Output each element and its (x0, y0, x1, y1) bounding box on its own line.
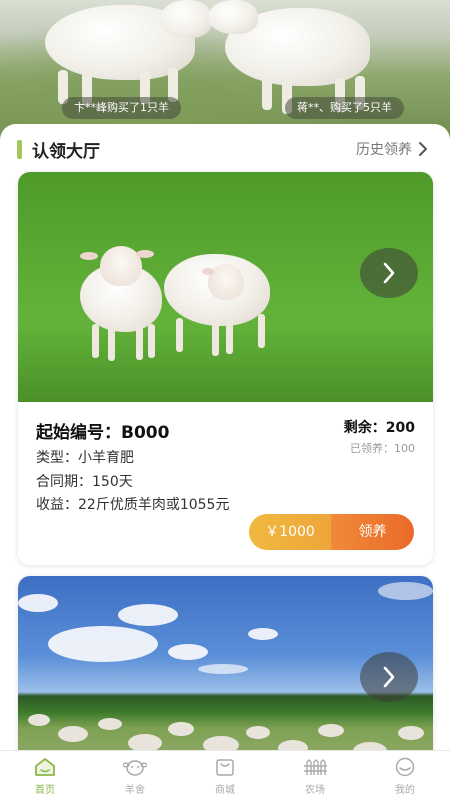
adopted-value: 100 (394, 442, 415, 455)
bottom-tab-bar: 首页 羊舍 商城 农场 我的 (0, 750, 450, 800)
profile-face-icon (393, 756, 417, 778)
section-title: 认领大厅 (32, 142, 100, 162)
lamb-photo (18, 172, 433, 402)
tab-sheepfold[interactable]: 羊舍 (90, 751, 180, 800)
shopping-bag-icon (213, 756, 237, 778)
tab-profile[interactable]: 我的 (360, 751, 450, 800)
history-adoption-link[interactable]: 历史领养 (356, 139, 428, 159)
section-header: 认领大厅 历史领养 (0, 124, 450, 174)
chevron-right-icon (383, 262, 395, 284)
remaining-value: 200 (385, 420, 415, 436)
farm-photo (18, 576, 433, 750)
history-link-label: 历史领养 (356, 142, 412, 158)
tab-home[interactable]: 首页 (0, 751, 90, 800)
remaining-label: 剩余： (343, 420, 386, 436)
next-image-button[interactable] (360, 652, 418, 702)
tab-farm[interactable]: 农场 (270, 751, 360, 800)
lamb-card[interactable]: 起始编号：B000 剩余：200 已领养：100 类型：小羊育肥 合同期：150… (18, 172, 433, 565)
lamb-type: 类型：小羊育肥 (36, 450, 134, 466)
chevron-right-icon (419, 142, 427, 156)
price-button[interactable]: ￥1000 (249, 514, 331, 550)
section-accent-bar (17, 140, 22, 159)
adopted-count: 已领养：100 (350, 440, 415, 456)
sheep-face-icon (123, 756, 147, 778)
lamb-code-label: 起始编号： (36, 423, 121, 443)
tab-label: 农场 (305, 785, 325, 796)
purchase-button-group: ￥1000 领养 (249, 514, 414, 550)
adopt-button[interactable]: 领养 (331, 514, 414, 550)
chevron-right-icon (383, 666, 395, 688)
next-image-button[interactable] (360, 248, 418, 298)
tab-label: 首页 (35, 785, 55, 796)
lamb-code-value: B000 (121, 423, 170, 443)
hero-banner[interactable]: 卞**峰购买了1只羊 蒋**、购买了5只羊 (0, 0, 450, 140)
tab-label: 我的 (395, 785, 415, 796)
lamb-image-left-head (160, 0, 212, 38)
lamb-card[interactable] (18, 576, 433, 750)
income: 收益：22斤优质羊肉或1055元 (36, 497, 230, 513)
purchase-ticker-2: 蒋**、购买了5只羊 (285, 97, 404, 119)
lamb-card-details: 起始编号：B000 剩余：200 已领养：100 类型：小羊育肥 合同期：150… (18, 402, 433, 565)
adoption-hall-panel: 认领大厅 历史领养 起始编号：B000 剩余：200 已领养：100 类型：小羊… (0, 124, 450, 750)
purchase-ticker-1: 卞**峰购买了1只羊 (62, 97, 181, 119)
tab-label: 商城 (215, 785, 235, 796)
home-icon (33, 756, 57, 778)
lamb-code: 起始编号：B000 (36, 418, 169, 443)
lamb-image-right-head (208, 0, 258, 34)
adopted-label: 已领养： (350, 442, 394, 455)
contract-period: 合同期：150天 (36, 474, 133, 490)
fence-icon (303, 756, 327, 778)
tab-label: 羊舍 (125, 785, 145, 796)
remaining-count: 剩余：200 (344, 417, 415, 437)
tab-mall[interactable]: 商城 (180, 751, 270, 800)
